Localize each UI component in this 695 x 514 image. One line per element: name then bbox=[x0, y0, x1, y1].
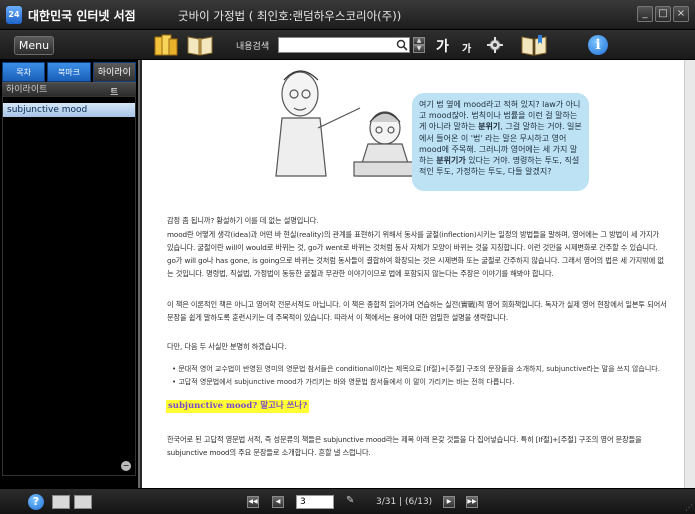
title-bar: 24 대한민국 인터넷 서점 굿바이 가정법 ( 최인호:랜덤하우스코리아(주)… bbox=[0, 0, 695, 30]
books-icon[interactable] bbox=[152, 33, 180, 57]
two-page-view-icon[interactable] bbox=[52, 495, 70, 509]
book-title: 굿바이 가정법 ( 최인호:랜덤하우스코리아(주)) bbox=[178, 9, 402, 23]
app-logo-icon: 24 bbox=[6, 6, 22, 24]
resize-grip-icon[interactable]: ⋰ bbox=[685, 503, 693, 512]
status-bar: ? ◀◀ ◀ ✎ 3/31 | (6/13) ▶ ▶▶ ⋰ bbox=[0, 488, 695, 514]
settings-icon[interactable] bbox=[486, 33, 504, 57]
sidebar: 목차 북마크 하이라이트 하이라이트 subjunctive mood − bbox=[0, 60, 140, 488]
window-controls: _ □ × bbox=[637, 6, 689, 22]
help-icon[interactable]: ? bbox=[28, 494, 44, 510]
font-smaller-button[interactable]: 가 bbox=[462, 40, 471, 55]
paragraph: 이 책은 이론적인 책은 아니고 영어학 전문서적도 아닙니다. 이 책은 종합… bbox=[167, 300, 667, 322]
search-label: 내용검색 bbox=[236, 42, 270, 52]
prev-page-button[interactable]: ◀ bbox=[272, 496, 284, 508]
page-number-input[interactable] bbox=[296, 495, 334, 509]
cartoon-illustration bbox=[275, 70, 415, 177]
sidebar-tabs: 목차 북마크 하이라이트 bbox=[2, 62, 136, 98]
pencil-icon[interactable]: ✎ bbox=[346, 495, 354, 506]
bookmark-book-icon[interactable] bbox=[520, 33, 548, 57]
open-book-icon[interactable] bbox=[186, 33, 214, 57]
tab-contents[interactable]: 목차 bbox=[2, 62, 46, 82]
scroll-end-icon[interactable]: − bbox=[121, 461, 131, 471]
menu-button[interactable]: Menu bbox=[14, 36, 54, 55]
font-larger-button[interactable]: 가 bbox=[436, 36, 449, 56]
first-page-button[interactable]: ◀◀ bbox=[247, 496, 259, 508]
note-item: • 문대적 영어 교수법이 반영된 영미의 영문법 참서들은 condition… bbox=[172, 365, 660, 373]
paragraph: 다만, 다음 두 사실만 분명히 하겠습니다. bbox=[167, 342, 287, 351]
toolbar: Menu 내용검색 ▲ ▼ 가 가 i bbox=[0, 30, 695, 60]
last-page-button[interactable]: ▶▶ bbox=[466, 496, 478, 508]
page-counter: 3/31 | (6/13) bbox=[376, 497, 433, 507]
close-button[interactable]: × bbox=[673, 6, 689, 22]
search-icon[interactable] bbox=[396, 39, 408, 51]
chevron-down-icon[interactable]: ▼ bbox=[413, 45, 425, 53]
single-page-view-icon[interactable] bbox=[74, 495, 92, 509]
note-item: • 고답적 영문법에서 subjunctive mood가 가리키는 바와 영문… bbox=[172, 378, 515, 386]
info-icon[interactable]: i bbox=[588, 35, 608, 55]
chevron-up-icon[interactable]: ▲ bbox=[413, 37, 425, 45]
bubble-emphasis: 분위기가 bbox=[436, 156, 466, 166]
tab-highlights[interactable]: 하이라이트 bbox=[92, 62, 136, 98]
list-item[interactable]: subjunctive mood bbox=[3, 103, 135, 117]
search-stepper[interactable]: ▲ ▼ bbox=[413, 37, 425, 53]
page-scrollbar[interactable] bbox=[684, 60, 695, 488]
minimize-button[interactable]: _ bbox=[637, 6, 653, 22]
paragraph: 한국어로 된 고답적 영문법 서적, 즉 성문류의 책들은 subjunctiv… bbox=[167, 435, 642, 457]
paragraph: 감정 좀 됩니까? 황설하기 이를 데 없는 설명입니다. bbox=[167, 216, 319, 225]
search-input[interactable] bbox=[278, 37, 410, 53]
app-name: 대한민국 인터넷 서점 bbox=[28, 9, 136, 23]
maximize-button[interactable]: □ bbox=[655, 6, 671, 22]
tab-bookmarks[interactable]: 북마크 bbox=[47, 62, 91, 82]
highlight-list: subjunctive mood − bbox=[2, 96, 136, 476]
next-page-button[interactable]: ▶ bbox=[443, 496, 455, 508]
speech-bubble: 여기 법 옆에 mood라고 적혀 있지? law가 아니고 mood잖아. 법… bbox=[412, 93, 589, 191]
bubble-emphasis: 분위기 bbox=[478, 122, 501, 132]
section-heading: subjunctive mood? 말고나 쓰나? bbox=[166, 400, 310, 413]
paragraph: mood란 어떻게 생각(idea)과 어떤 바 현실(reality)의 관계… bbox=[167, 230, 664, 278]
